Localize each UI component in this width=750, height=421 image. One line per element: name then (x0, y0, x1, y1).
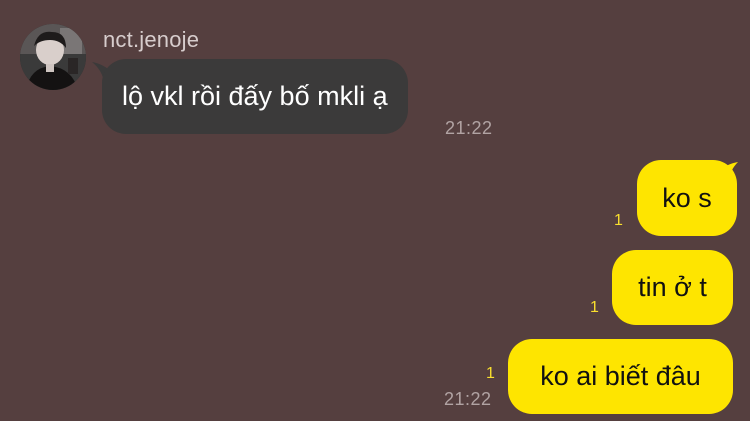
outgoing-message-text: ko s (662, 182, 712, 213)
read-count: 1 (590, 299, 599, 316)
outgoing-message-bubble[interactable]: ko ai biết đâu (508, 339, 733, 414)
read-count: 1 (614, 212, 623, 229)
outgoing-message-text: tin ở t (638, 272, 707, 302)
sender-avatar[interactable] (20, 24, 86, 90)
read-count: 1 (486, 365, 495, 382)
incoming-message-time: 21:22 (445, 118, 493, 138)
incoming-message-text: lộ vkl rồi đấy bố mkli ạ (122, 81, 388, 111)
sender-name[interactable]: nct.jenoje (103, 27, 199, 53)
outgoing-message-bubble[interactable]: tin ở t (612, 250, 733, 325)
outgoing-message-bubble[interactable]: ko s (637, 160, 737, 236)
outgoing-message-text: ko ai biết đâu (540, 361, 701, 391)
incoming-message-bubble[interactable]: lộ vkl rồi đấy bố mkli ạ (102, 59, 408, 134)
avatar-image (20, 24, 86, 90)
outgoing-message-time: 21:22 (444, 389, 492, 409)
